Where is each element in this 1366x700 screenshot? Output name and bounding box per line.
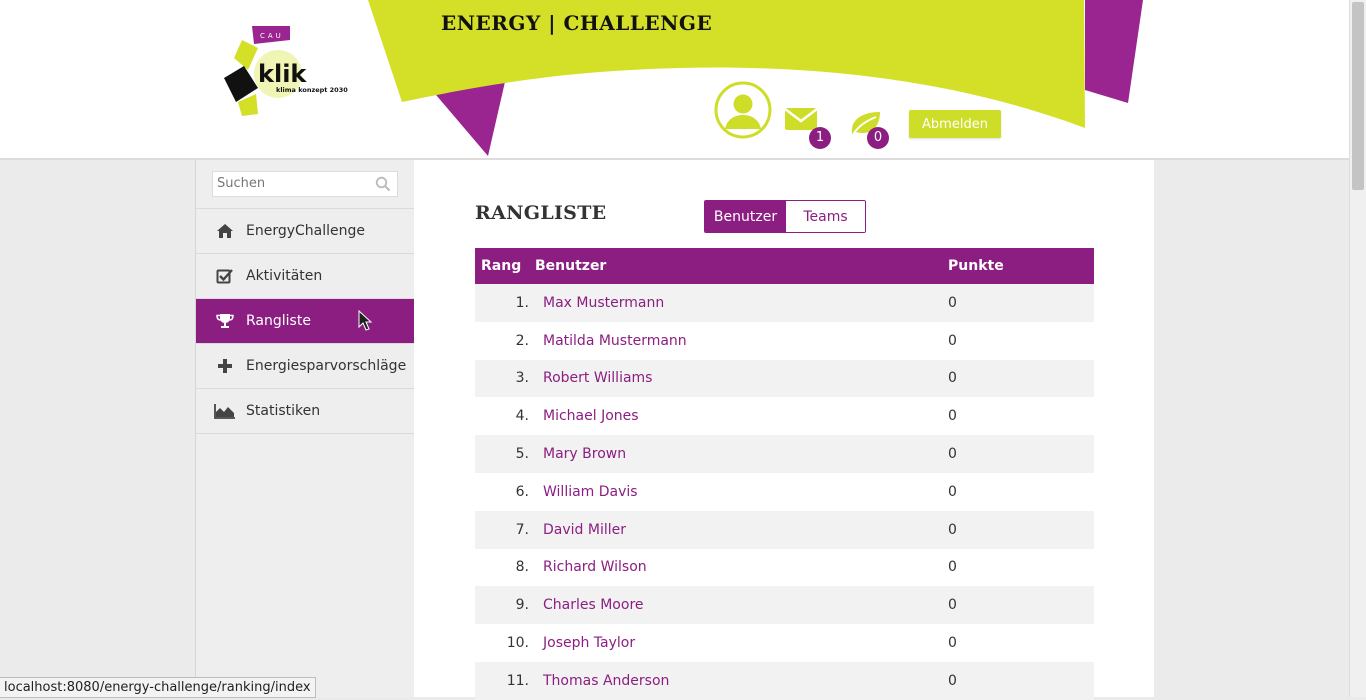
page-scrollbar[interactable]: [1349, 0, 1366, 697]
sidebar-item-aktivitaeten[interactable]: Aktivitäten: [196, 254, 414, 299]
messages-count-badge: 1: [809, 127, 831, 149]
mouse-pointer-icon: [358, 310, 373, 331]
points-cell: 0: [948, 408, 957, 425]
table-row: 7. David Miller 0: [475, 510, 1094, 549]
table-row: 8. Richard Wilson 0: [475, 548, 1094, 587]
column-header-user[interactable]: Benutzer: [529, 248, 948, 284]
scrollbar-thumb[interactable]: [1352, 2, 1364, 190]
sidebar-item-label: Statistiken: [246, 403, 321, 419]
plus-icon: [214, 356, 236, 376]
search-icon[interactable]: [375, 176, 391, 192]
table-row: 3. Robert Williams 0: [475, 359, 1094, 398]
user-link[interactable]: Michael Jones: [543, 408, 639, 424]
checkbox-icon: [214, 266, 236, 286]
user-link[interactable]: Thomas Anderson: [543, 673, 669, 689]
sidebar-item-label: EnergyChallenge: [246, 223, 366, 239]
column-header-points[interactable]: Punkte: [948, 248, 1094, 284]
points-cell: 0: [948, 672, 957, 689]
user-link[interactable]: Matilda Mustermann: [543, 333, 687, 349]
table-row: 9. Charles Moore 0: [475, 586, 1094, 625]
rank-cell: 2.: [515, 332, 529, 349]
rank-cell: 3.: [515, 370, 529, 387]
sidebar-item-statistiken[interactable]: Statistiken: [196, 389, 414, 434]
tab-benutzer[interactable]: Benutzer: [705, 201, 786, 232]
profile-avatar-button[interactable]: [714, 81, 772, 139]
points-cell: 0: [948, 597, 957, 614]
table-row: 10. Joseph Taylor 0: [475, 624, 1094, 662]
user-link[interactable]: Richard Wilson: [543, 559, 647, 575]
points-cell: 0: [948, 332, 957, 349]
search-area: [196, 160, 414, 209]
logo-badge: CAU: [260, 32, 284, 40]
user-link[interactable]: Robert Williams: [543, 370, 652, 386]
logout-button[interactable]: Abmelden: [909, 110, 1001, 138]
rank-cell: 11.: [506, 672, 529, 689]
rank-cell: 6.: [515, 483, 529, 500]
rank-cell: 1.: [515, 294, 529, 311]
user-link[interactable]: Charles Moore: [543, 597, 644, 613]
main-content: RANGLISTE Benutzer Teams Rang Benutzer P…: [414, 160, 1154, 700]
user-link[interactable]: William Davis: [543, 484, 638, 500]
sidebar-item-energiesparvorschlaege[interactable]: Energiesparvorschläge: [196, 344, 414, 389]
user-link[interactable]: David Miller: [543, 522, 626, 538]
site-title: ENERGY | CHALLENGE: [441, 11, 713, 35]
rank-cell: 10.: [506, 635, 529, 652]
logo-subtitle: klima konzept 2030: [276, 86, 348, 94]
rank-cell: 7.: [515, 521, 529, 538]
logo-word: klik: [258, 60, 307, 88]
ranking-type-toggle: Benutzer Teams: [704, 200, 866, 233]
trophy-icon: [214, 311, 236, 331]
home-icon: [214, 221, 236, 241]
user-avatar-icon: [714, 81, 772, 139]
browser-status-url: localhost:8080/energy-challenge/ranking/…: [0, 677, 316, 698]
sidebar-item-energychallenge[interactable]: EnergyChallenge: [196, 209, 414, 254]
table-row: 6. William Davis 0: [475, 472, 1094, 511]
page-title: RANGLISTE: [475, 202, 607, 224]
table-row: 2. Matilda Mustermann 0: [475, 321, 1094, 360]
rank-cell: 5.: [515, 446, 529, 463]
table-header-row: Rang Benutzer Punkte: [475, 248, 1094, 284]
sidebar-item-label: Aktivitäten: [246, 268, 323, 284]
sidebar-item-rangliste[interactable]: Rangliste: [196, 299, 414, 344]
points-cell: 0: [948, 635, 957, 652]
sidebar-item-label: Rangliste: [246, 313, 311, 329]
user-link[interactable]: Joseph Taylor: [543, 635, 635, 651]
points-cell: 0: [948, 294, 957, 311]
points-cell: 0: [948, 521, 957, 538]
tab-teams[interactable]: Teams: [786, 201, 865, 232]
klik-logo: klik klima konzept 2030 CAU: [224, 26, 348, 116]
table-row: 4. Michael Jones 0: [475, 397, 1094, 436]
header: klik klima konzept 2030 CAU ENERGY | CHA…: [0, 0, 1349, 160]
points-count-badge: 0: [867, 127, 889, 149]
table-row: 11. Thomas Anderson 0: [475, 661, 1094, 700]
rank-cell: 9.: [515, 597, 529, 614]
search-box: [212, 171, 398, 197]
column-header-rank[interactable]: Rang: [475, 248, 529, 284]
sidebar: EnergyChallenge Aktivitäten Rangliste En…: [195, 160, 415, 697]
user-link[interactable]: Max Mustermann: [543, 295, 664, 311]
sidebar-item-label: Energiesparvorschläge: [246, 358, 407, 374]
table-row: 1. Max Mustermann 0: [475, 284, 1094, 322]
rank-cell: 4.: [515, 408, 529, 425]
points-cell: 0: [948, 483, 957, 500]
area-chart-icon: [214, 401, 236, 421]
rank-cell: 8.: [515, 559, 529, 576]
points-cell: 0: [948, 559, 957, 576]
points-cell: 0: [948, 446, 957, 463]
ranking-table: Rang Benutzer Punkte 1. Max Mustermann 0…: [475, 248, 1094, 700]
points-cell: 0: [948, 370, 957, 387]
search-input[interactable]: [213, 172, 367, 194]
user-link[interactable]: Mary Brown: [543, 446, 626, 462]
table-row: 5. Mary Brown 0: [475, 435, 1094, 473]
